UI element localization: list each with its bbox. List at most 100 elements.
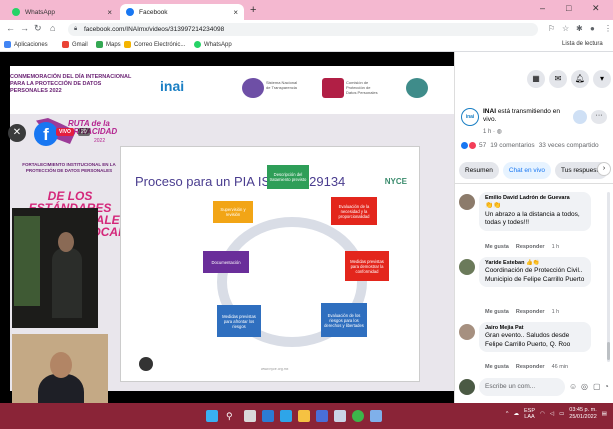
notifications-icon[interactable]: 🔔︎ (571, 70, 589, 88)
extensions-icon[interactable]: ✱ (576, 24, 583, 33)
more-options-icon[interactable]: ··· (591, 110, 607, 124)
new-tab-button[interactable]: + (250, 4, 256, 16)
emoji-picker-icon[interactable]: ☺ (569, 382, 577, 391)
tab-facebook[interactable]: Facebook × (120, 4, 244, 20)
close-tab-icon[interactable]: × (233, 8, 238, 17)
bookmark-maps[interactable]: Maps (96, 41, 121, 48)
star-icon[interactable]: ☆ (562, 24, 569, 33)
commenter-name[interactable]: Yaride Esteban 👍👏 (485, 260, 585, 266)
facebook-icon (126, 8, 134, 16)
wifi-icon[interactable]: ◠ (540, 411, 545, 417)
chrome-icon[interactable] (352, 410, 364, 422)
store-icon[interactable] (316, 410, 328, 422)
logo-strip: CONMEMORACIÓN DEL DÍA INTERNACIONAL PARA… (10, 66, 454, 114)
camera-icon[interactable]: ◎ (581, 382, 588, 391)
org-logo-text: Comisión de Protección de Datos Personal… (346, 80, 378, 95)
search-icon[interactable]: ⚲ (226, 410, 238, 422)
volume-icon[interactable]: ◁ (550, 411, 554, 417)
bookmark-label: WhatsApp (204, 41, 232, 48)
reply-link[interactable]: Responder (516, 309, 545, 315)
page-name[interactable]: INAI (483, 108, 496, 115)
tab-label: Facebook (139, 8, 168, 16)
reading-list[interactable]: Lista de lectura (562, 41, 603, 47)
whatsapp-icon (194, 41, 201, 48)
maximize-icon[interactable]: □ (566, 3, 571, 13)
ruta-title: RUTA de la PRIVACIDAD (68, 119, 118, 136)
bookmark-gmail[interactable]: Gmail (62, 41, 88, 48)
mail-icon[interactable] (334, 410, 346, 422)
settings-icon[interactable] (370, 410, 382, 422)
windows-start-icon[interactable] (206, 410, 218, 422)
scrollbar-thumb[interactable] (607, 342, 610, 360)
word-icon[interactable] (262, 410, 274, 422)
forward-icon[interactable]: → (20, 23, 29, 33)
task-view-icon[interactable] (244, 410, 256, 422)
close-window-icon[interactable]: ✕ (592, 3, 600, 14)
page-avatar[interactable]: inai (461, 108, 479, 126)
profile-icon[interactable]: ● (590, 24, 595, 33)
comment-count[interactable]: 19 comentarios (490, 142, 534, 149)
file-explorer-icon[interactable] (298, 410, 310, 422)
like-link[interactable]: Me gusta (485, 309, 509, 315)
address-bar[interactable]: 🔒︎ facebook.com/INAImx/videos/3139972142… (68, 23, 538, 36)
speaker-head (50, 352, 72, 378)
clock[interactable]: 03:45 p. m. 25/01/2022 (569, 407, 597, 421)
comment-composer: Escribe un com... ☺ ◎ ▢ ◔ (459, 378, 609, 396)
apps-icon (4, 41, 11, 48)
bookmark-whatsapp[interactable]: WhatsApp (194, 41, 232, 48)
messenger-icon[interactable]: ✉ (549, 70, 567, 88)
close-icon[interactable]: ✕ (8, 124, 26, 142)
reaction-count[interactable]: 57 (479, 142, 486, 149)
gif-icon[interactable]: ▢ (593, 382, 601, 391)
cloud-icon[interactable]: ☁ (514, 411, 520, 417)
avatar[interactable] (459, 259, 475, 275)
like-link[interactable]: Me gusta (485, 244, 509, 250)
fortalecimiento-text: FORTALECIMIENTO INSTITUCIONAL EN LA PROT… (22, 162, 116, 173)
comment-actions: Me gusta Responder 1 h (485, 244, 559, 250)
home-icon[interactable]: ⌂ (50, 23, 55, 33)
account-chevron-icon[interactable]: ▾ (593, 70, 611, 88)
chevron-right-icon[interactable]: › (597, 162, 611, 176)
avatar[interactable] (459, 324, 475, 340)
tray-arrow-icon[interactable]: ^ (506, 411, 509, 417)
close-tab-icon[interactable]: × (107, 8, 112, 17)
sticker-icon[interactable]: ◔ (604, 382, 609, 391)
menu-icon[interactable]: ⋮ (604, 24, 612, 33)
video-player[interactable]: CONMEMORACIÓN DEL DÍA INTERNACIONAL PARA… (0, 52, 454, 403)
comment-input[interactable]: Escribe un com... (479, 378, 565, 396)
share-count[interactable]: 33 veces compartido (539, 142, 599, 149)
scrollbar[interactable] (607, 192, 610, 362)
browser-toolbar: ← → ↻ ⌂ 🔒︎ facebook.com/INAImx/videos/31… (0, 20, 613, 38)
notification-center-icon[interactable]: ▤ (602, 411, 607, 417)
commenter-name[interactable]: Jairo Mejia Pat (485, 325, 585, 331)
menu-grid-icon[interactable]: ▦ (527, 70, 545, 88)
bookmark-apps[interactable]: Aplicaciones (4, 41, 48, 48)
tab-chat-en-vivo[interactable]: Chat en vivo (502, 161, 551, 179)
institution-seal (139, 357, 153, 371)
reply-link[interactable]: Responder (516, 244, 545, 250)
bookmarks-bar: Aplicaciones Gmail Maps Correo Electróni… (0, 38, 613, 52)
post-time: 1 h · ◍ (483, 129, 502, 135)
minimize-icon[interactable]: – (540, 3, 545, 13)
process-step: Evaluación de la necesidad y la proporci… (331, 197, 377, 225)
tab-resumen[interactable]: Resumen (459, 161, 499, 179)
facebook-logo-icon[interactable]: f (34, 122, 58, 146)
edge-icon[interactable] (280, 410, 292, 422)
like-link[interactable]: Me gusta (485, 364, 509, 370)
commenter-name[interactable]: Emilio David Ladrón de Guevara (485, 195, 585, 201)
system-tray: ^ ☁ ESP LAA ◠ ◁ ▭ 03:45 p. m. 25/01/2022 ▤ (506, 407, 607, 421)
bookmark-label: Correo Electrónic... (134, 41, 186, 48)
battery-icon[interactable]: ▭ (559, 411, 564, 417)
speaker-head (58, 232, 74, 252)
translate-icon[interactable]: ⚐ (548, 24, 555, 33)
bookmark-correo[interactable]: Correo Electrónic... (124, 41, 185, 48)
reload-icon[interactable]: ↻ (34, 23, 42, 34)
panel-tabs: Resumen Chat en vivo Tus respuesta (459, 161, 608, 179)
gmail-icon (62, 41, 69, 48)
tab-whatsapp[interactable]: WhatsApp × (6, 4, 118, 20)
reply-link[interactable]: Responder (516, 364, 545, 370)
avatar[interactable] (459, 194, 475, 210)
back-icon[interactable]: ← (6, 23, 15, 33)
language-indicator[interactable]: ESP LAA (524, 408, 535, 420)
inai-logo: inai (160, 78, 185, 94)
